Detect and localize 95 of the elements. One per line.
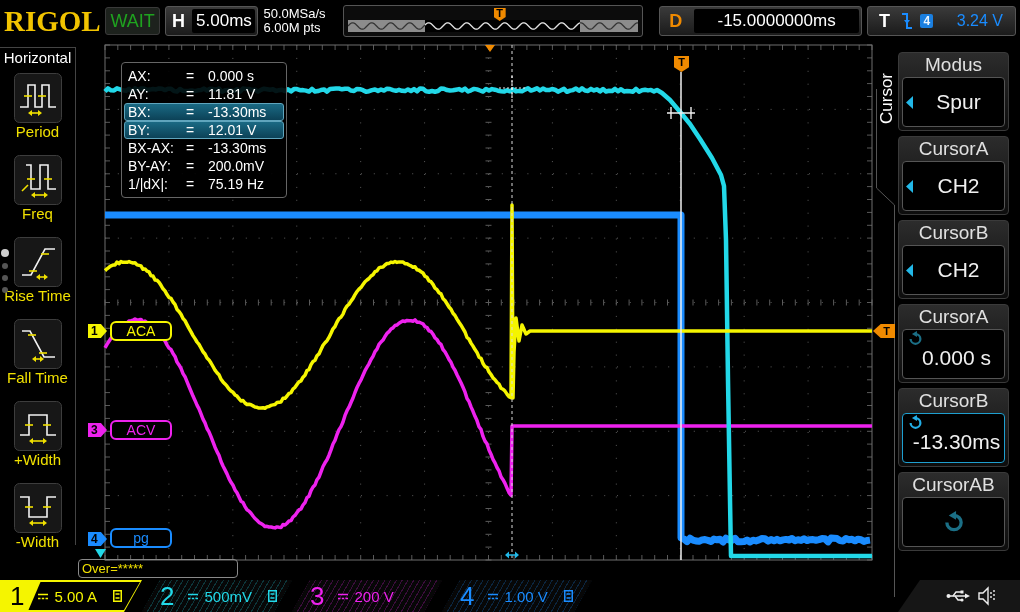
trigger-marker: T <box>873 324 895 338</box>
readout-label: BX: <box>128 104 152 120</box>
pulse-period-icon <box>13 73 62 123</box>
channel-scale: 500mV <box>204 587 252 605</box>
menu-softkey[interactable]: CursorA 0.000 s <box>898 304 1009 383</box>
readout-value: -13.30ms <box>207 140 268 156</box>
trigger-marker: T <box>674 56 689 72</box>
menu-tab[interactable]: Cursor <box>876 70 897 124</box>
readout-value: 0.000 s <box>207 68 255 84</box>
menu-softkey[interactable]: CursorB -13.30ms <box>898 388 1009 467</box>
memory-depth: 6.00M pts <box>263 21 322 35</box>
menu-softkey[interactable]: CursorB CH2 <box>898 220 1009 299</box>
delay-label: D <box>668 10 684 32</box>
trigger-marker: T <box>493 8 506 21</box>
speaker-icon <box>978 586 996 606</box>
softkey-value: -13.30ms <box>911 430 1002 455</box>
softkey-value: CH2 <box>936 174 981 198</box>
status-readout: Over=***** <box>78 559 238 578</box>
measure-button[interactable]: Rise Time <box>4 237 71 305</box>
menu-softkey[interactable]: Modus Spur <box>898 52 1009 131</box>
measure-button[interactable]: -Width <box>13 483 62 551</box>
sample-rate: 50.0MSa/s <box>263 7 327 21</box>
channel-label: pg <box>110 528 172 548</box>
dc-coupling-icon <box>338 592 349 600</box>
equals-sign: = <box>186 140 196 156</box>
dc-coupling-icon <box>188 592 199 600</box>
trigger-level: 3.24 V <box>956 12 1003 30</box>
readout-label: BY-AY: <box>128 158 172 174</box>
menu-softkey[interactable]: CursorA CH2 <box>898 136 1009 215</box>
page-dot-icon[interactable] <box>1 249 9 257</box>
readout-label: BY: <box>128 122 151 138</box>
positive-pulse-icon <box>13 401 62 451</box>
channel-scale: 5.00 A <box>54 587 97 605</box>
position-marker-icon <box>485 45 495 52</box>
left-triangle-icon <box>906 263 913 277</box>
delay-value: -15.0000000ms <box>693 9 860 33</box>
page-dot-icon[interactable] <box>2 275 8 281</box>
timebase-label: H <box>170 10 186 32</box>
left-triangle-icon <box>906 95 913 109</box>
falling-edge-icon <box>13 319 62 369</box>
channel-marker[interactable]: 3 <box>88 423 107 437</box>
measure-button[interactable]: Period <box>13 73 62 141</box>
channel-tab[interactable]: 3 200 V <box>292 580 442 612</box>
dc-coupling-icon <box>488 592 499 600</box>
softkey-value: CH2 <box>936 258 981 282</box>
softkey-value: 0.000 s <box>921 346 992 371</box>
circular-arrow-icon <box>942 511 965 533</box>
equals-sign: = <box>186 104 196 120</box>
dc-coupling-icon <box>38 592 49 600</box>
readout-value: 75.19 Hz <box>207 176 266 192</box>
usb-icon <box>946 589 970 603</box>
trigger-label: T <box>878 10 891 32</box>
channel-marker[interactable]: 1 <box>88 324 107 338</box>
softkey-value: Spur <box>935 90 982 114</box>
measure-button[interactable]: +Width <box>13 401 62 469</box>
channel-label: ACV <box>110 420 172 440</box>
pulse-frequency-icon <box>13 155 62 205</box>
timebase-value: 5.00ms <box>192 9 256 33</box>
readout-value: -13.30ms <box>207 104 268 120</box>
menu-softkey[interactable]: CursorAB <box>898 472 1009 551</box>
channel-tab[interactable]: 2 500mV <box>142 580 292 612</box>
channel-marker[interactable]: 4 <box>88 532 107 546</box>
equals-sign: = <box>186 86 196 102</box>
equals-sign: = <box>186 68 196 84</box>
brand-logo: RIGOL <box>4 6 100 36</box>
measure-button[interactable]: Freq <box>13 155 62 223</box>
negative-pulse-icon <box>13 483 62 533</box>
channel-label: ACA <box>110 321 172 341</box>
rising-edge-icon <box>13 237 62 287</box>
cursor-crosshair <box>498 75 526 101</box>
trigger-source: 4 <box>920 14 934 28</box>
readout-label: AX: <box>128 68 152 84</box>
channel-tab[interactable]: 4 1.00 V <box>442 580 592 612</box>
cursor-crosshair <box>666 106 696 120</box>
double-arrow-icon <box>505 551 519 559</box>
readout-value: 12.01 V <box>207 122 258 138</box>
measure-button[interactable]: Fall Time <box>7 319 68 387</box>
equals-sign: = <box>186 176 196 192</box>
channel-scale: 200 V <box>354 587 394 605</box>
readout-label: BX-AX: <box>128 140 175 156</box>
readout-value: 11.81 V <box>207 86 257 102</box>
sidebar-title: Horizontal <box>3 48 72 68</box>
circular-arrow-icon <box>908 415 923 430</box>
channel-tab[interactable]: 1 5.00 A <box>0 580 142 612</box>
equals-sign: = <box>186 158 196 174</box>
left-triangle-icon <box>906 179 913 193</box>
equals-sign: = <box>186 122 196 138</box>
channel-marker-icon[interactable] <box>95 549 106 558</box>
circular-arrow-icon <box>908 331 923 346</box>
readout-label: 1/|dX|: <box>128 176 169 192</box>
readout-label: AY: <box>128 86 150 102</box>
channel-scale: 1.00 V <box>504 587 548 605</box>
page-dot-icon[interactable] <box>2 263 8 269</box>
readout-value: 200.0mV <box>207 158 266 174</box>
run-status: WAIT <box>105 7 161 35</box>
